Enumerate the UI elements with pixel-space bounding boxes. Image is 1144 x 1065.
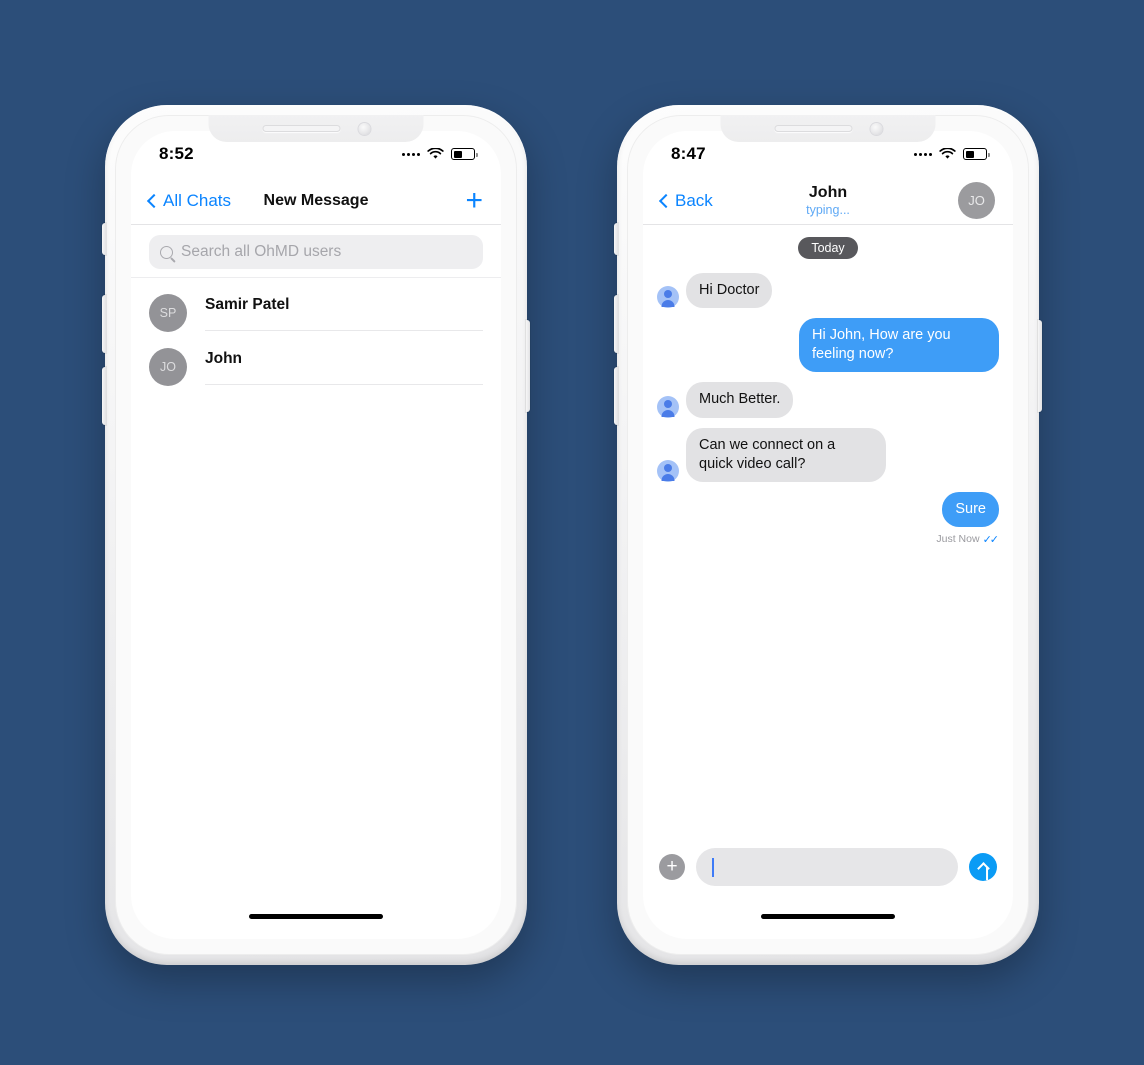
mute-switch-button[interactable] [102, 223, 106, 255]
message-composer: + [643, 839, 1013, 895]
volume-down-button[interactable] [614, 367, 618, 425]
battery-icon [963, 148, 990, 160]
search-section: Search all OhMD users [131, 225, 501, 278]
back-button-label: All Chats [163, 190, 232, 210]
message-bubble: Hi Doctor [686, 273, 773, 309]
list-item[interactable]: JO John [131, 332, 501, 386]
signal-dots-icon [914, 152, 932, 156]
phone-right-bezel: 8:47 Back John typing... JO Today Hi Doc… [627, 115, 1029, 955]
contact-list: SP Samir Patel JO John [131, 278, 501, 386]
status-time: 8:47 [671, 144, 706, 163]
home-indicator[interactable] [761, 914, 895, 919]
phone-notch [720, 115, 936, 142]
power-button[interactable] [1038, 320, 1042, 412]
search-placeholder: Search all OhMD users [181, 243, 342, 260]
front-camera-icon [358, 122, 370, 135]
person-icon [657, 286, 679, 309]
earpiece-speaker-icon [774, 125, 852, 132]
signal-dots-icon [402, 152, 420, 156]
avatar[interactable]: JO [958, 182, 995, 219]
screen-left: 8:52 All Chats New Message + Search all … [131, 131, 501, 939]
phone-left: 8:52 All Chats New Message + Search all … [102, 105, 530, 965]
front-camera-icon [870, 122, 882, 135]
read-receipt-icon: ✓✓ [982, 533, 1000, 546]
battery-icon [451, 148, 478, 160]
day-divider: Today [657, 237, 999, 259]
avatar: JO [149, 348, 187, 386]
status-icons [402, 148, 478, 160]
receipt-time: Just Now [936, 533, 980, 546]
back-button-all-chats[interactable]: All Chats [146, 190, 232, 211]
send-button[interactable] [969, 853, 997, 881]
wifi-icon [427, 148, 444, 159]
volume-down-button[interactable] [102, 367, 106, 425]
message-bubble: Can we connect on a quick video call? [686, 427, 886, 482]
contact-name: John [205, 349, 243, 367]
earpiece-speaker-icon [262, 125, 340, 132]
person-icon [657, 395, 679, 418]
message-row: Much Better. [657, 382, 999, 418]
contact-name: Samir Patel [205, 295, 290, 313]
search-input[interactable]: Search all OhMD users [149, 235, 483, 269]
message-bubble: Much Better. [686, 382, 794, 418]
message-row: Sure [657, 491, 999, 527]
send-arrow-icon [976, 862, 990, 875]
status-time: 8:52 [159, 144, 194, 163]
phone-right: 8:47 Back John typing... JO Today Hi Doc… [614, 105, 1042, 965]
chevron-left-icon [658, 193, 674, 208]
message-row: Can we connect on a quick video call? [657, 427, 999, 482]
message-row: Hi Doctor [657, 273, 999, 309]
phone-notch [208, 115, 424, 142]
add-button[interactable]: + [465, 185, 483, 216]
power-button[interactable] [526, 320, 530, 412]
person-icon [657, 459, 679, 482]
text-caret [712, 857, 714, 877]
attach-button[interactable]: + [659, 854, 685, 880]
wifi-icon [939, 148, 956, 159]
day-divider-label: Today [798, 237, 858, 259]
status-icons [914, 148, 990, 160]
message-input[interactable] [696, 848, 958, 886]
navbar-left: All Chats New Message + [131, 177, 501, 225]
list-item[interactable]: SP Samir Patel [131, 278, 501, 332]
message-list: Today Hi Doctor Hi John, How are you fee… [643, 225, 1013, 853]
home-indicator[interactable] [249, 914, 383, 919]
message-bubble: Sure [942, 491, 999, 527]
contact-body: Samir Patel [205, 296, 483, 331]
message-receipt: Just Now ✓✓ [657, 533, 999, 546]
screen-right: 8:47 Back John typing... JO Today Hi Doc… [643, 131, 1013, 939]
message-row: Hi John, How are you feeling now? [657, 318, 999, 373]
search-icon [160, 245, 173, 259]
mute-switch-button[interactable] [614, 223, 618, 255]
volume-up-button[interactable] [614, 295, 618, 353]
volume-up-button[interactable] [102, 295, 106, 353]
phone-left-bezel: 8:52 All Chats New Message + Search all … [115, 115, 517, 955]
avatar: SP [149, 294, 187, 332]
navbar-right: Back John typing... JO [643, 177, 1013, 225]
contact-body: John [205, 350, 483, 385]
message-bubble: Hi John, How are you feeling now? [799, 318, 999, 373]
chevron-left-icon [146, 193, 162, 208]
back-button-label: Back [675, 190, 713, 210]
back-button[interactable]: Back [658, 190, 713, 211]
